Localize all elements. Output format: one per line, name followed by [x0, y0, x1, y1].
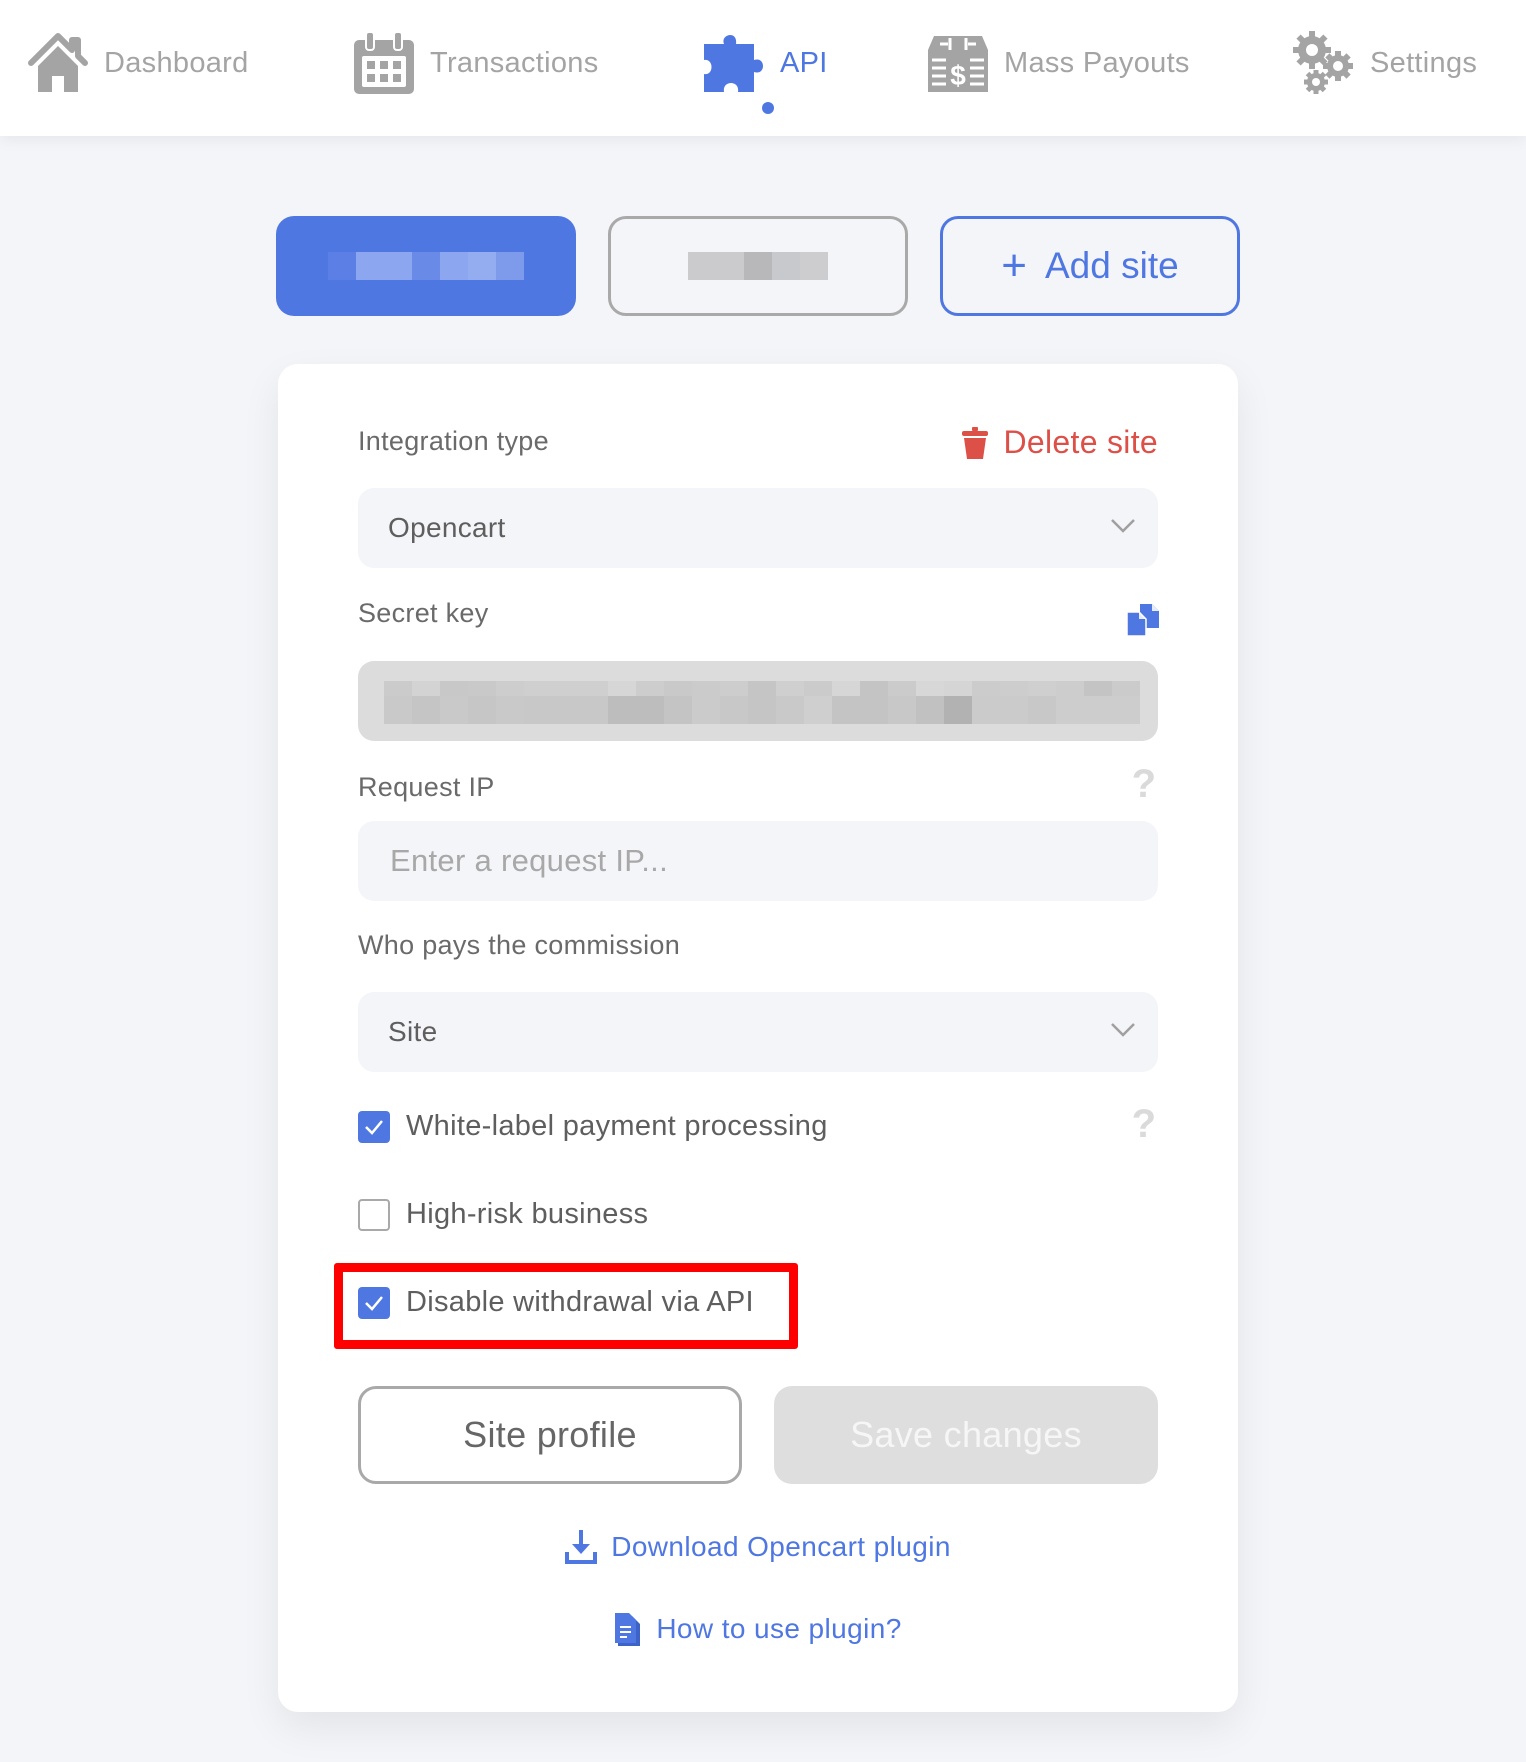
white-label-label: White-label payment processing [406, 1110, 828, 1142]
nav-label: Mass Payouts [1004, 46, 1190, 79]
redacted-site-name [688, 252, 828, 280]
high-risk-checkbox[interactable] [358, 1198, 390, 1231]
gears-icon [1293, 31, 1353, 94]
commission-label: Who pays the commission [358, 930, 681, 960]
save-changes-button[interactable]: Save changes [774, 1386, 1158, 1484]
nav-label: Settings [1370, 46, 1478, 79]
cash-register-icon: $ [928, 36, 988, 92]
home-icon [28, 33, 88, 92]
secret-key-field[interactable] [358, 661, 1158, 741]
site-profile-button[interactable]: Site profile [358, 1386, 742, 1484]
help-icon[interactable]: ? [1132, 1102, 1156, 1147]
download-plugin-link[interactable]: Download Opencart plugin [278, 1530, 1238, 1564]
puzzle-icon [704, 34, 763, 92]
chevron-down-icon [1111, 1023, 1135, 1037]
nav-item-api[interactable]: API [702, 28, 828, 98]
plus-icon: + [1001, 241, 1027, 290]
nav-label: Dashboard [104, 46, 249, 79]
integration-type-label: Integration type [358, 426, 549, 456]
redacted-secret-key [384, 681, 1140, 724]
add-site-button[interactable]: + Add site [940, 216, 1240, 316]
integration-type-value: Opencart [388, 512, 506, 543]
how-to-use-label: How to use plugin? [656, 1613, 902, 1644]
download-plugin-label: Download Opencart plugin [611, 1531, 951, 1562]
site-settings-card: Integration type Delete site Opencart Se… [278, 364, 1238, 1712]
document-icon [615, 1613, 641, 1646]
checkmark-icon [365, 1119, 383, 1135]
delete-site-label: Delete site [1003, 424, 1158, 460]
checkmark-icon [365, 1295, 383, 1311]
nav-item-settings[interactable]: Settings [1292, 28, 1477, 98]
how-to-use-plugin-link[interactable]: How to use plugin? [278, 1612, 1238, 1646]
svg-text:$: $ [950, 60, 966, 91]
request-ip-input[interactable] [358, 821, 1158, 901]
secret-key-label: Secret key [358, 598, 489, 628]
top-nav: Dashboard Transactions API $ Mass Payout… [0, 0, 1526, 136]
nav-label: Transactions [430, 46, 599, 79]
disable-withdrawal-checkbox[interactable] [358, 1286, 390, 1319]
integration-type-select[interactable]: Opencart [358, 488, 1158, 568]
delete-site-button[interactable]: Delete site [961, 424, 1159, 461]
site-tab-inactive[interactable] [608, 216, 908, 316]
page: Dashboard Transactions API $ Mass Payout… [0, 0, 1526, 1762]
nav-label: API [780, 46, 828, 79]
high-risk-checkbox-row[interactable]: High-risk business [358, 1198, 648, 1231]
disable-withdrawal-checkbox-row[interactable]: Disable withdrawal via API [358, 1286, 754, 1319]
nav-item-dashboard[interactable]: Dashboard [26, 28, 249, 98]
nav-item-transactions[interactable]: Transactions [352, 28, 599, 98]
chevron-down-icon [1111, 519, 1135, 533]
active-indicator-dot [762, 102, 774, 114]
add-site-label: Add site [1045, 245, 1179, 286]
copy-icon[interactable] [1126, 602, 1160, 636]
site-tab-active[interactable] [276, 216, 576, 316]
high-risk-label: High-risk business [406, 1198, 649, 1230]
commission-value: Site [388, 1016, 438, 1047]
trash-icon [961, 426, 988, 459]
help-icon[interactable]: ? [1132, 762, 1156, 807]
download-icon [565, 1530, 598, 1564]
request-ip-label: Request IP [358, 772, 495, 802]
commission-select[interactable]: Site [358, 992, 1158, 1072]
nav-item-mass-payouts[interactable]: $ Mass Payouts [926, 28, 1190, 98]
disable-withdrawal-label: Disable withdrawal via API [406, 1286, 754, 1318]
calendar-icon [354, 31, 414, 94]
redacted-site-name [328, 252, 524, 280]
white-label-checkbox-row[interactable]: White-label payment processing [358, 1110, 828, 1143]
white-label-checkbox[interactable] [358, 1110, 390, 1143]
